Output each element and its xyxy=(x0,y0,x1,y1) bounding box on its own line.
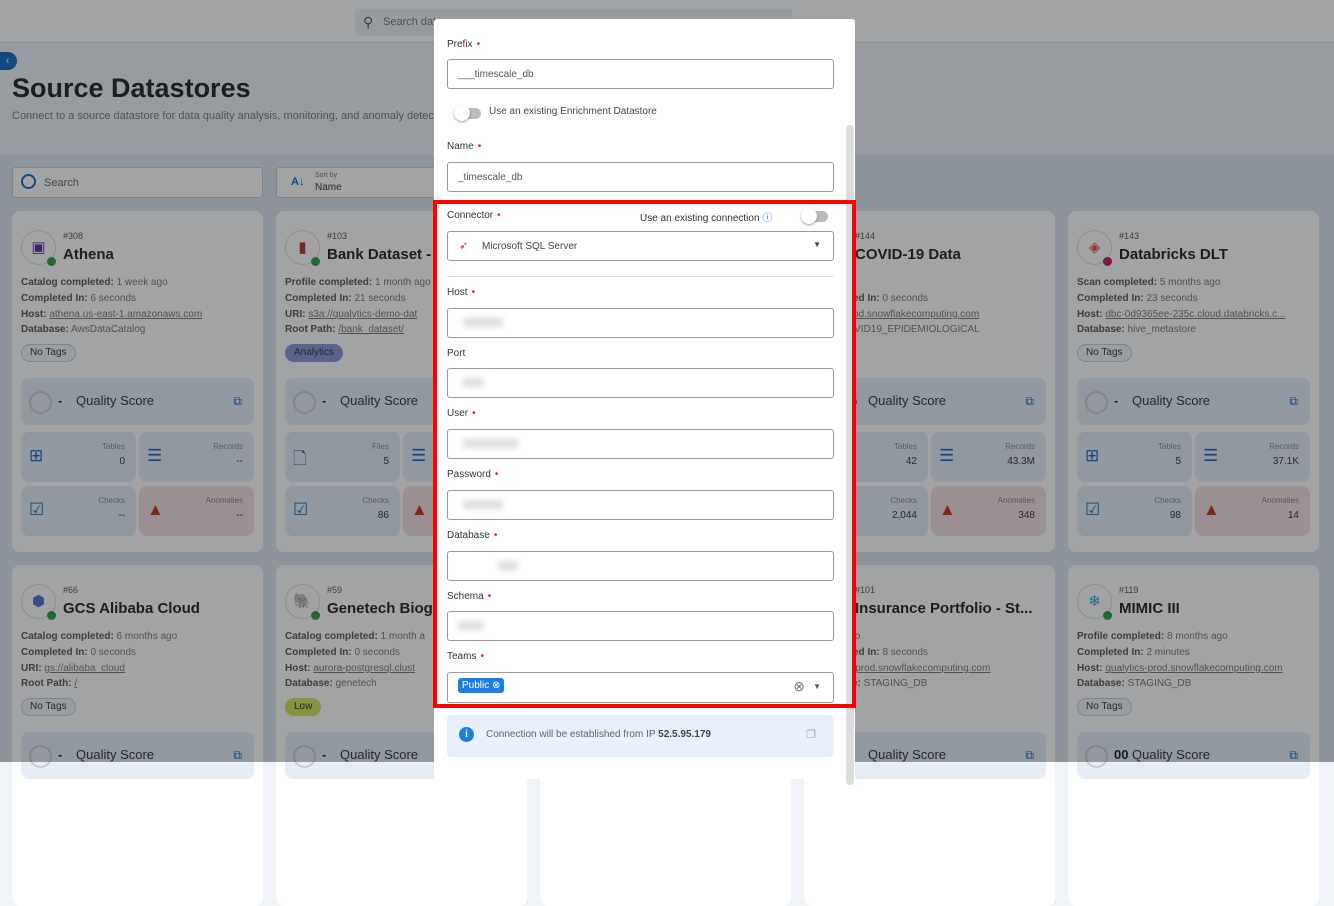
highlight-box xyxy=(433,200,856,708)
prefix-input[interactable]: ___timescale_db xyxy=(447,59,834,89)
enrichment-toggle-label: Use an existing Enrichment Datastore xyxy=(489,106,657,117)
ip-info-banner: i Connection will be established from IP… xyxy=(447,715,834,757)
copy-icon[interactable]: ❐ xyxy=(806,728,816,741)
name-input[interactable]: _timescale_db xyxy=(447,162,834,192)
enrichment-datastore-toggle[interactable] xyxy=(454,105,481,121)
name-label: Name • xyxy=(447,141,482,152)
prefix-label: Prefix • xyxy=(447,39,481,50)
info-icon: i xyxy=(459,727,474,742)
